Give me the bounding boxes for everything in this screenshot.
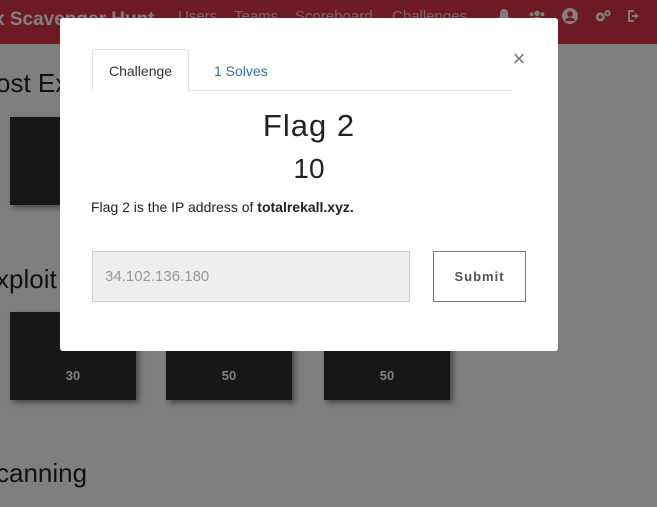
description-text: Flag 2 is the IP address of — [91, 199, 258, 215]
submit-button[interactable]: Submit — [433, 251, 526, 302]
flag-input[interactable] — [92, 251, 410, 302]
challenge-description: Flag 2 is the IP address of totalrekall.… — [91, 199, 354, 215]
challenge-value: 10 — [293, 153, 325, 184]
challenge-modal: × Challenge 1 Solves Flag 2 10 Flag 2 is… — [60, 18, 558, 351]
challenge-name: Flag 2 — [262, 108, 356, 143]
modal-tabs: Challenge 1 Solves — [92, 49, 512, 91]
tab-solves[interactable]: 1 Solves — [197, 49, 285, 91]
tab-challenge[interactable]: Challenge — [92, 49, 190, 91]
description-domain: totalrekall.xyz. — [257, 199, 354, 215]
close-icon[interactable]: × — [510, 48, 528, 70]
